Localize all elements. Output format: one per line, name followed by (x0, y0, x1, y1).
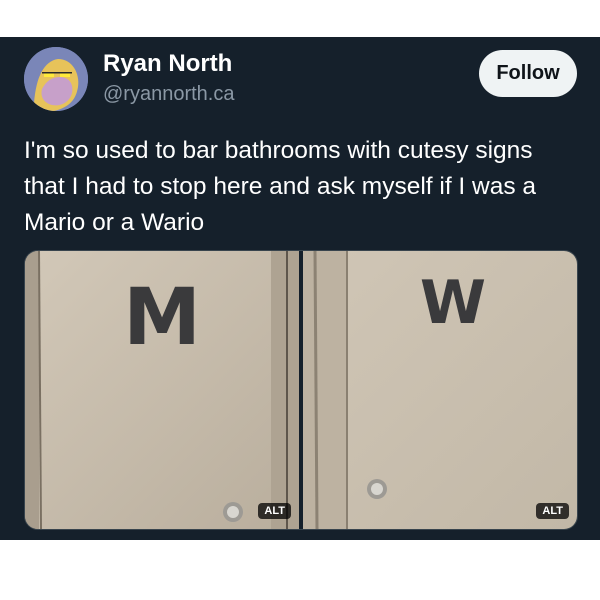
alt-badge[interactable]: ALT (258, 503, 291, 519)
tweet-card: Ryan North @ryannorth.ca Follow I'm so u… (0, 37, 600, 540)
photo-mario-door[interactable]: M ALT (25, 251, 299, 529)
tweet-text: I'm so used to bar bathrooms with cutesy… (24, 137, 537, 236)
author-handle[interactable]: @ryannorth.ca (103, 83, 234, 106)
media-grid: M ALT W ALT (24, 250, 578, 530)
follow-button[interactable]: Follow (479, 50, 577, 97)
wario-letter: W (420, 268, 486, 338)
mario-door-image: M (25, 251, 299, 529)
avatar-icon (24, 47, 88, 111)
photo-wario-door[interactable]: W ALT (303, 251, 577, 529)
avatar[interactable] (24, 47, 88, 111)
wario-door-image: W (303, 251, 577, 529)
mario-letter: M (123, 273, 201, 363)
alt-badge[interactable]: ALT (536, 503, 569, 519)
author-name[interactable]: Ryan North (103, 50, 232, 78)
